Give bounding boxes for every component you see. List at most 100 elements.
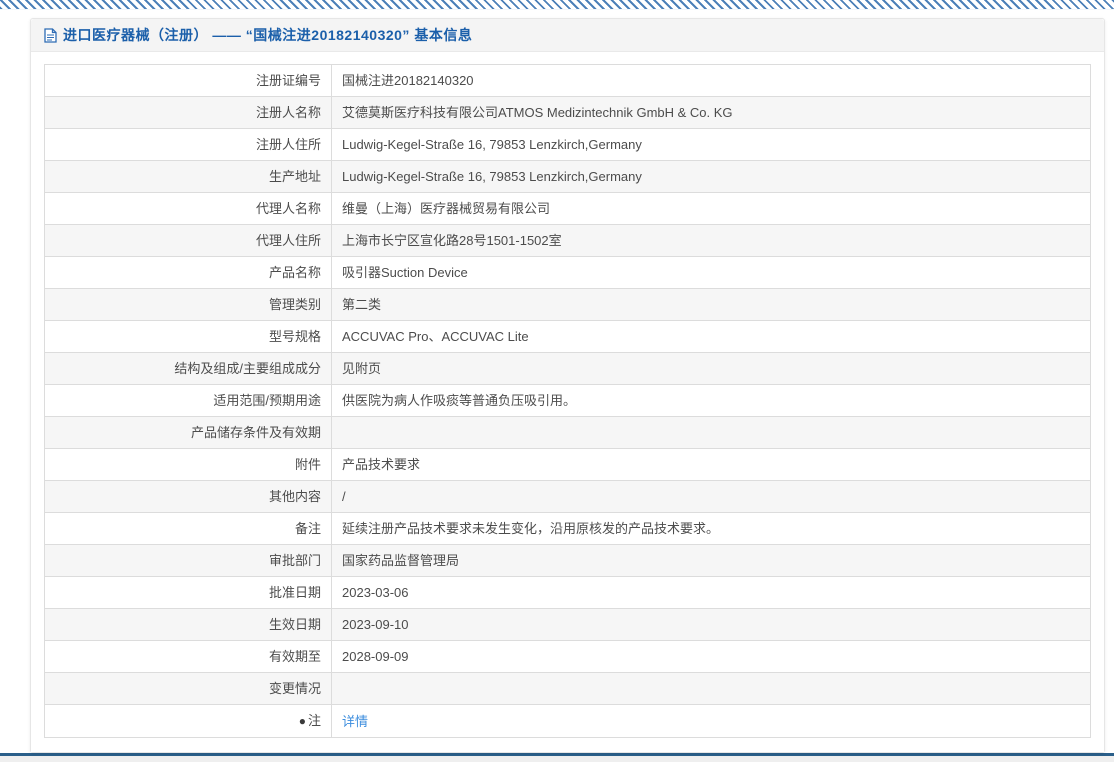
row-value-cell: 延续注册产品技术要求未发生变化，沿用原核发的产品技术要求。 (331, 512, 1091, 545)
row-label: 代理人住所 (255, 233, 321, 248)
row-label-cell: 结构及组成/主要组成成分 (44, 352, 332, 385)
row-label-cell: 注册人住所 (44, 128, 332, 161)
row-label: 注 (307, 713, 321, 728)
note-icon: ● (298, 714, 306, 728)
row-label: 管理类别 (268, 297, 321, 312)
page-title: 进口医疗器械（注册） —— “国械注进20182140320” 基本信息 (63, 27, 473, 43)
table-row: 管理类别 第二类 (44, 288, 1091, 321)
row-label-cell: 备注 (44, 512, 332, 545)
table-row: 型号规格 ACCUVAC Pro、ACCUVAC Lite (44, 320, 1091, 353)
row-value-cell: 2023-03-06 (331, 576, 1091, 609)
table-row: ● 注 详情 (44, 704, 1091, 738)
row-value: Ludwig-Kegel-Straße 16, 79853 Lenzkirch,… (342, 137, 642, 152)
row-label-cell: 代理人住所 (44, 224, 332, 257)
row-value: 上海市长宁区宣化路28号1501-1502室 (342, 233, 562, 248)
row-value-cell: 2028-09-09 (331, 640, 1091, 673)
row-value: 国械注进20182140320 (342, 73, 474, 88)
row-value-cell: 国家药品监督管理局 (331, 544, 1091, 577)
table-row: 结构及组成/主要组成成分 见附页 (44, 352, 1091, 385)
detail-link[interactable]: 详情 (342, 714, 368, 729)
row-value-cell: 供医院为病人作吸痰等普通负压吸引用。 (331, 384, 1091, 417)
table-row: 代理人名称 维曼（上海）医疗器械贸易有限公司 (44, 192, 1091, 225)
row-label: 型号规格 (268, 329, 321, 344)
table-row: 适用范围/预期用途 供医院为病人作吸痰等普通负压吸引用。 (44, 384, 1091, 417)
row-label-cell: 生产地址 (44, 160, 332, 193)
row-label: 注册证编号 (255, 73, 321, 88)
row-label: 注册人住所 (255, 137, 321, 152)
row-label: 有效期至 (268, 649, 321, 664)
row-value: 产品技术要求 (342, 457, 421, 472)
table-row: 变更情况 (44, 672, 1091, 705)
row-label: 代理人名称 (255, 201, 321, 216)
row-value-cell: 上海市长宁区宣化路28号1501-1502室 (331, 224, 1091, 257)
row-value: 艾德莫斯医疗科技有限公司ATMOS Medizintechnik GmbH & … (342, 105, 733, 120)
row-value: 2023-03-06 (342, 585, 409, 600)
row-label: 变更情况 (268, 681, 321, 696)
row-value-cell: 吸引器Suction Device (331, 256, 1091, 289)
row-label: 产品储存条件及有效期 (190, 425, 321, 440)
row-label-cell: 有效期至 (44, 640, 332, 673)
row-label: 附件 (294, 457, 321, 472)
row-value: 见附页 (342, 361, 382, 376)
row-value-cell: 国械注进20182140320 (331, 64, 1091, 97)
row-label: 其他内容 (268, 489, 321, 504)
row-label-cell: 代理人名称 (44, 192, 332, 225)
row-value: 国家药品监督管理局 (342, 553, 460, 568)
row-value-cell: ACCUVAC Pro、ACCUVAC Lite (331, 320, 1091, 353)
row-value: 维曼（上海）医疗器械贸易有限公司 (342, 201, 551, 216)
row-value-cell: 艾德莫斯医疗科技有限公司ATMOS Medizintechnik GmbH & … (331, 96, 1091, 129)
row-label-cell: 注册证编号 (44, 64, 332, 97)
row-value-cell: 见附页 (331, 352, 1091, 385)
row-value-cell: 详情 (331, 704, 1091, 738)
panel-body: 注册证编号 国械注进20182140320 注册人名称 艾德莫斯医疗科技有限公司… (31, 52, 1104, 752)
registration-info-panel: 进口医疗器械（注册） —— “国械注进20182140320” 基本信息 注册证… (30, 18, 1105, 753)
row-label-cell: 附件 (44, 448, 332, 481)
info-table-body: 注册证编号 国械注进20182140320 注册人名称 艾德莫斯医疗科技有限公司… (44, 64, 1091, 738)
row-label-cell: 其他内容 (44, 480, 332, 513)
row-label-cell: 注册人名称 (44, 96, 332, 129)
row-value: / (342, 489, 346, 504)
row-label: 生效日期 (268, 617, 321, 632)
row-label-cell: 审批部门 (44, 544, 332, 577)
row-value-cell: Ludwig-Kegel-Straße 16, 79853 Lenzkirch,… (331, 128, 1091, 161)
row-value-cell (331, 416, 1091, 449)
row-label-cell: 管理类别 (44, 288, 332, 321)
row-label-cell: 产品储存条件及有效期 (44, 416, 332, 449)
row-value-cell: 产品技术要求 (331, 448, 1091, 481)
row-label: 批准日期 (268, 585, 321, 600)
row-value: 延续注册产品技术要求未发生变化，沿用原核发的产品技术要求。 (342, 521, 720, 536)
top-stripe-bar (0, 0, 1114, 10)
table-row: 附件 产品技术要求 (44, 448, 1091, 481)
table-row: 代理人住所 上海市长宁区宣化路28号1501-1502室 (44, 224, 1091, 257)
table-row: 注册人住所 Ludwig-Kegel-Straße 16, 79853 Lenz… (44, 128, 1091, 161)
row-label: 结构及组成/主要组成成分 (174, 361, 321, 376)
row-label-cell: 生效日期 (44, 608, 332, 641)
row-value-cell: / (331, 480, 1091, 513)
table-row: 注册人名称 艾德莫斯医疗科技有限公司ATMOS Medizintechnik G… (44, 96, 1091, 129)
row-value: 吸引器Suction Device (342, 265, 468, 280)
row-label-cell: 变更情况 (44, 672, 332, 705)
row-value: 第二类 (342, 297, 382, 312)
row-label-cell: ● 注 (44, 704, 332, 738)
row-label-cell: 型号规格 (44, 320, 332, 353)
row-value: 供医院为病人作吸痰等普通负压吸引用。 (342, 393, 577, 408)
row-label: 产品名称 (268, 265, 321, 280)
table-row: 有效期至 2028-09-09 (44, 640, 1091, 673)
row-value-cell: 维曼（上海）医疗器械贸易有限公司 (331, 192, 1091, 225)
row-label-cell: 批准日期 (44, 576, 332, 609)
document-icon (44, 27, 57, 43)
row-label: 适用范围/预期用途 (213, 393, 321, 408)
row-value: 2028-09-09 (342, 649, 409, 664)
table-row: 其他内容 / (44, 480, 1091, 513)
row-label: 备注 (294, 521, 321, 536)
row-label: 注册人名称 (255, 105, 321, 120)
row-value: Ludwig-Kegel-Straße 16, 79853 Lenzkirch,… (342, 169, 642, 184)
row-value-cell: Ludwig-Kegel-Straße 16, 79853 Lenzkirch,… (331, 160, 1091, 193)
row-value-cell: 2023-09-10 (331, 608, 1091, 641)
row-label: 审批部门 (268, 553, 321, 568)
page-main: 进口医疗器械（注册） —— “国械注进20182140320” 基本信息 注册证… (0, 10, 1114, 753)
table-row: 注册证编号 国械注进20182140320 (44, 64, 1091, 97)
table-row: 审批部门 国家药品监督管理局 (44, 544, 1091, 577)
page-footer (0, 756, 1114, 762)
row-value-cell (331, 672, 1091, 705)
